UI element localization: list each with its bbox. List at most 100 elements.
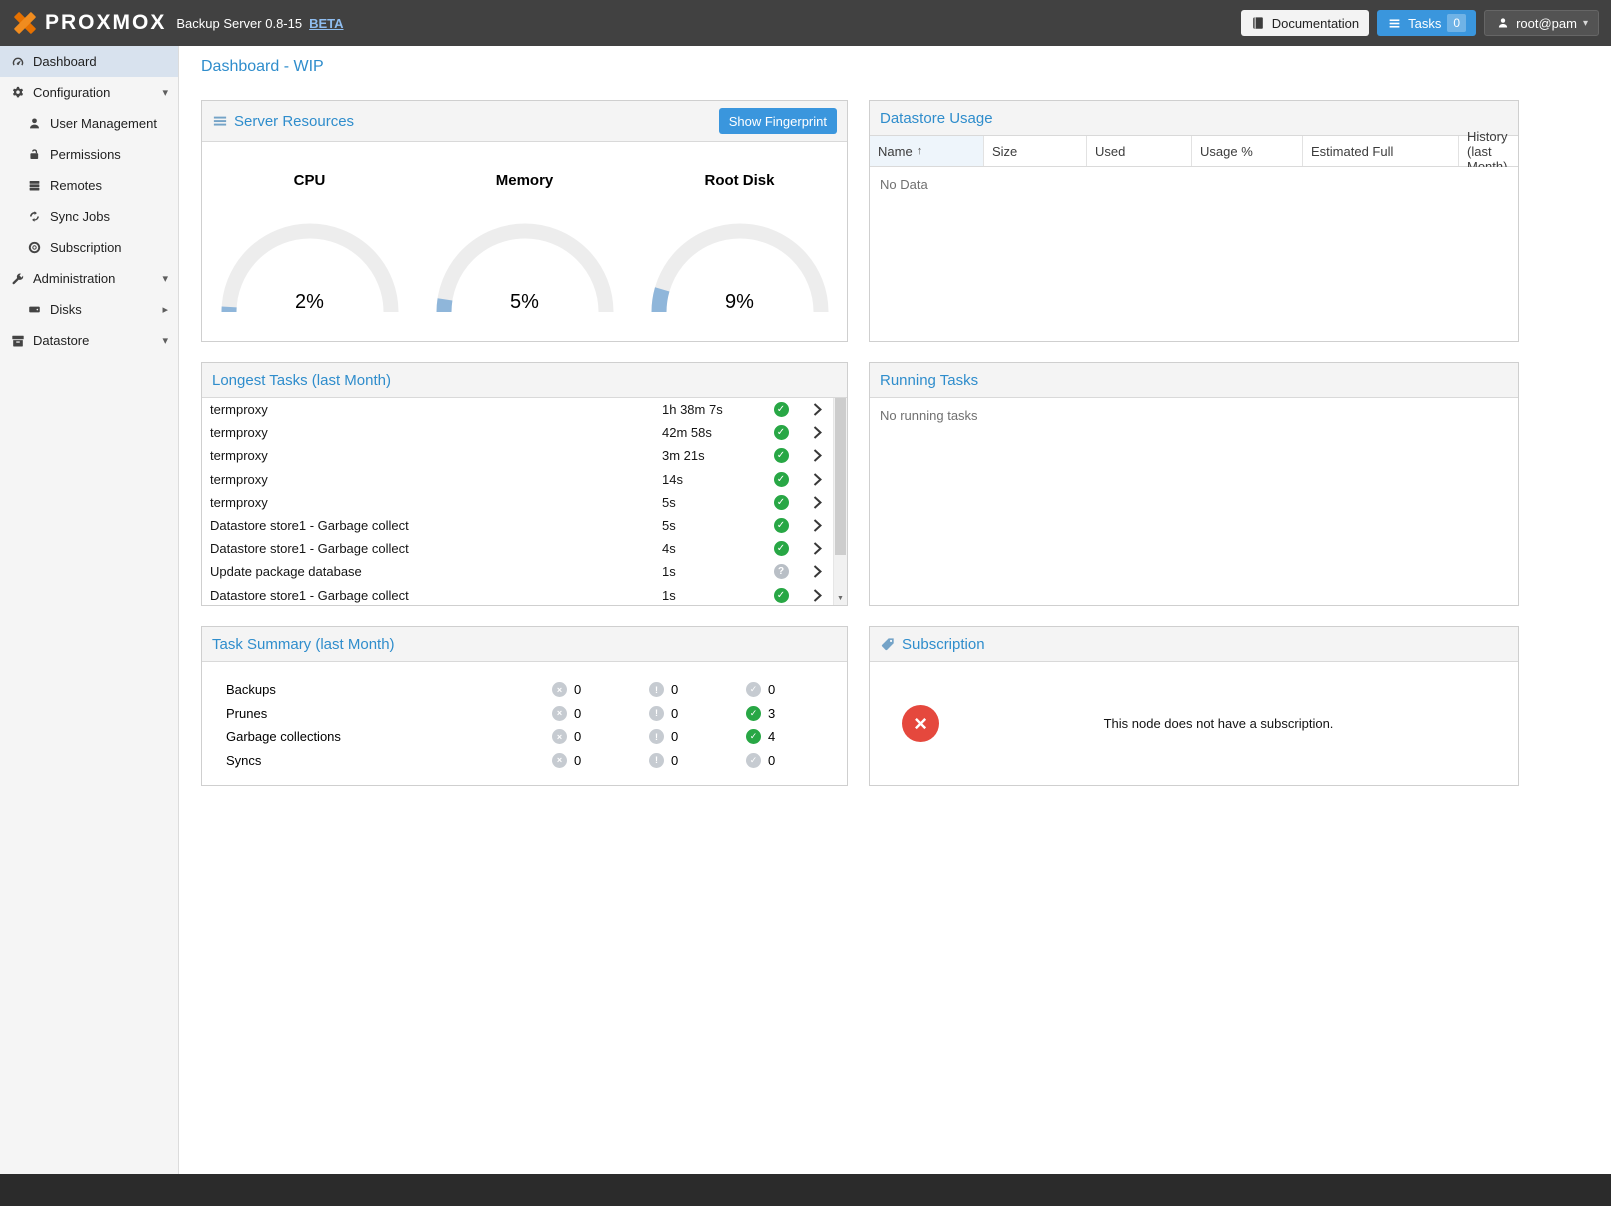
task-row[interactable]: Update package database 1s ? xyxy=(202,560,834,583)
column-header-name[interactable]: Name ↑ xyxy=(870,136,984,166)
scrollbar-down-button[interactable]: ▼ xyxy=(834,592,847,605)
sidebar-item-disks[interactable]: Disks ▸ xyxy=(0,294,178,325)
topbar-actions: Documentation Tasks 0 root@pam ▾ xyxy=(1241,10,1599,36)
task-row[interactable]: termproxy 14s ✓ xyxy=(202,468,834,491)
resource-gauge: CPU 2% xyxy=(207,172,412,316)
sidebar-item-remotes[interactable]: Remotes xyxy=(0,170,178,201)
sidebar-item-administration[interactable]: Administration ▾ xyxy=(0,263,178,294)
sidebar-item-datastore[interactable]: Datastore ▾ xyxy=(0,325,178,356)
task-row[interactable]: Datastore store1 - Garbage collect 5s ✓ xyxy=(202,514,834,537)
sidebar-item-permissions[interactable]: Permissions xyxy=(0,139,178,170)
resource-gauge: Root Disk 9% xyxy=(637,172,842,316)
server-resources-title: Server Resources xyxy=(234,113,354,130)
beta-link[interactable]: BETA xyxy=(309,16,343,31)
scrollbar[interactable]: ▼ xyxy=(833,398,847,605)
column-header-history[interactable]: History (last Month) xyxy=(1459,136,1518,166)
sort-ascending-icon: ↑ xyxy=(917,145,923,157)
task-row[interactable]: termproxy 1h 38m 7s ✓ xyxy=(202,398,834,421)
subscription-header: Subscription xyxy=(870,627,1518,662)
sidebar-item-configuration[interactable]: Configuration ▾ xyxy=(0,77,178,108)
column-header-usage-percent[interactable]: Usage % xyxy=(1192,136,1303,166)
life-ring-icon xyxy=(27,240,42,255)
summary-warning-group: ! 0 xyxy=(649,706,746,721)
summary-warning-group: ! 0 xyxy=(649,682,746,697)
error-circle-icon: × xyxy=(552,706,567,721)
ok-count: 3 xyxy=(768,706,775,721)
error-circle-icon: × xyxy=(552,682,567,697)
task-row[interactable]: Datastore store1 - Garbage collect 4s ✓ xyxy=(202,537,834,560)
hdd-icon xyxy=(27,302,42,317)
summary-row: Garbage collections × 0 ! 0 ✓ 4 xyxy=(226,725,847,749)
task-status: ✓ xyxy=(762,448,800,463)
chevron-down-icon[interactable]: ▾ xyxy=(162,334,168,347)
sidebar-item-sync-jobs[interactable]: Sync Jobs xyxy=(0,201,178,232)
documentation-button[interactable]: Documentation xyxy=(1241,10,1369,36)
task-status: ✓ xyxy=(762,588,800,603)
datastore-usage-columns: Name ↑ Size Used Usage % Estimated Full … xyxy=(870,136,1518,167)
resource-lines-icon xyxy=(212,114,227,129)
task-summary-header: Task Summary (last Month) xyxy=(202,627,847,662)
chevron-right-icon xyxy=(800,565,834,578)
error-count: 0 xyxy=(574,682,581,697)
app-window: PROXMOX Backup Server 0.8-15 BETA Docume… xyxy=(0,0,1611,1206)
task-list-icon xyxy=(1387,16,1402,31)
sync-icon xyxy=(27,209,42,224)
column-header-estimated-full[interactable]: Estimated Full xyxy=(1303,136,1459,166)
content-area: Dashboard - WIP Server Resources Show Fi… xyxy=(179,46,1611,1174)
task-name: Datastore store1 - Garbage collect xyxy=(210,518,662,533)
gauge-value: 9% xyxy=(645,291,835,314)
brand-text: PROXMOX xyxy=(45,11,166,35)
sidebar-item-subscription[interactable]: Subscription xyxy=(0,232,178,263)
subscription-message: This node does not have a subscription. xyxy=(939,716,1498,731)
sidebar-item-dashboard[interactable]: Dashboard xyxy=(0,46,178,77)
running-tasks-header: Running Tasks xyxy=(870,363,1518,398)
warning-circle-icon: ! xyxy=(649,706,664,721)
task-status: ✓ xyxy=(762,518,800,533)
task-name: Datastore store1 - Garbage collect xyxy=(210,588,662,603)
scrollbar-thumb[interactable] xyxy=(835,398,846,555)
chevron-down-icon[interactable]: ▾ xyxy=(162,86,168,99)
task-status: ✓ xyxy=(762,472,800,487)
task-row[interactable]: termproxy 42m 58s ✓ xyxy=(202,421,834,444)
task-status: ? xyxy=(762,564,800,579)
tachometer-icon xyxy=(10,54,25,69)
user-icon xyxy=(1495,16,1510,31)
task-row[interactable]: termproxy 3m 21s ✓ xyxy=(202,444,834,467)
user-menu-button[interactable]: root@pam ▾ xyxy=(1484,10,1599,36)
task-status: ✓ xyxy=(762,541,800,556)
proxmox-logo: PROXMOX xyxy=(12,10,166,36)
column-header-size[interactable]: Size xyxy=(984,136,1087,166)
longest-tasks-panel: Longest Tasks (last Month) termproxy 1h … xyxy=(201,362,848,606)
product-version: Backup Server 0.8-15 xyxy=(176,16,302,31)
task-duration: 42m 58s xyxy=(662,425,762,440)
sidebar-item-user-management[interactable]: User Management xyxy=(0,108,178,139)
chevron-right-icon xyxy=(800,519,834,532)
summary-label: Syncs xyxy=(226,753,552,768)
gauges: CPU 2% Memory 5% Root Disk 9% xyxy=(202,142,847,316)
summary-ok-group: ✓ 4 xyxy=(746,729,843,744)
column-header-used[interactable]: Used xyxy=(1087,136,1192,166)
sidebar-item-label: Dashboard xyxy=(33,54,97,69)
task-duration: 14s xyxy=(662,472,762,487)
longest-tasks-title: Longest Tasks (last Month) xyxy=(212,372,391,389)
chevron-right-icon xyxy=(800,473,834,486)
warning-circle-icon: ! xyxy=(649,729,664,744)
task-status: ✓ xyxy=(762,402,800,417)
task-name: termproxy xyxy=(210,472,662,487)
summary-label: Prunes xyxy=(226,706,552,721)
chevron-right-icon[interactable]: ▸ xyxy=(162,303,168,316)
gear-icon xyxy=(10,85,25,100)
show-fingerprint-button[interactable]: Show Fingerprint xyxy=(719,108,837,134)
chevron-right-icon xyxy=(800,403,834,416)
server-stack-icon xyxy=(27,178,42,193)
running-tasks-title: Running Tasks xyxy=(880,372,978,389)
tasks-button[interactable]: Tasks 0 xyxy=(1377,10,1476,36)
task-row[interactable]: termproxy 5s ✓ xyxy=(202,491,834,514)
error-count: 0 xyxy=(574,753,581,768)
summary-row: Prunes × 0 ! 0 ✓ 3 xyxy=(226,702,847,726)
task-duration: 3m 21s xyxy=(662,448,762,463)
task-row[interactable]: Datastore store1 - Garbage collect 1s ✓ xyxy=(202,584,834,606)
task-status-icon: ✓ xyxy=(774,588,789,603)
task-summary-panel: Task Summary (last Month) Backups × 0 ! … xyxy=(201,626,848,786)
chevron-down-icon[interactable]: ▾ xyxy=(162,272,168,285)
